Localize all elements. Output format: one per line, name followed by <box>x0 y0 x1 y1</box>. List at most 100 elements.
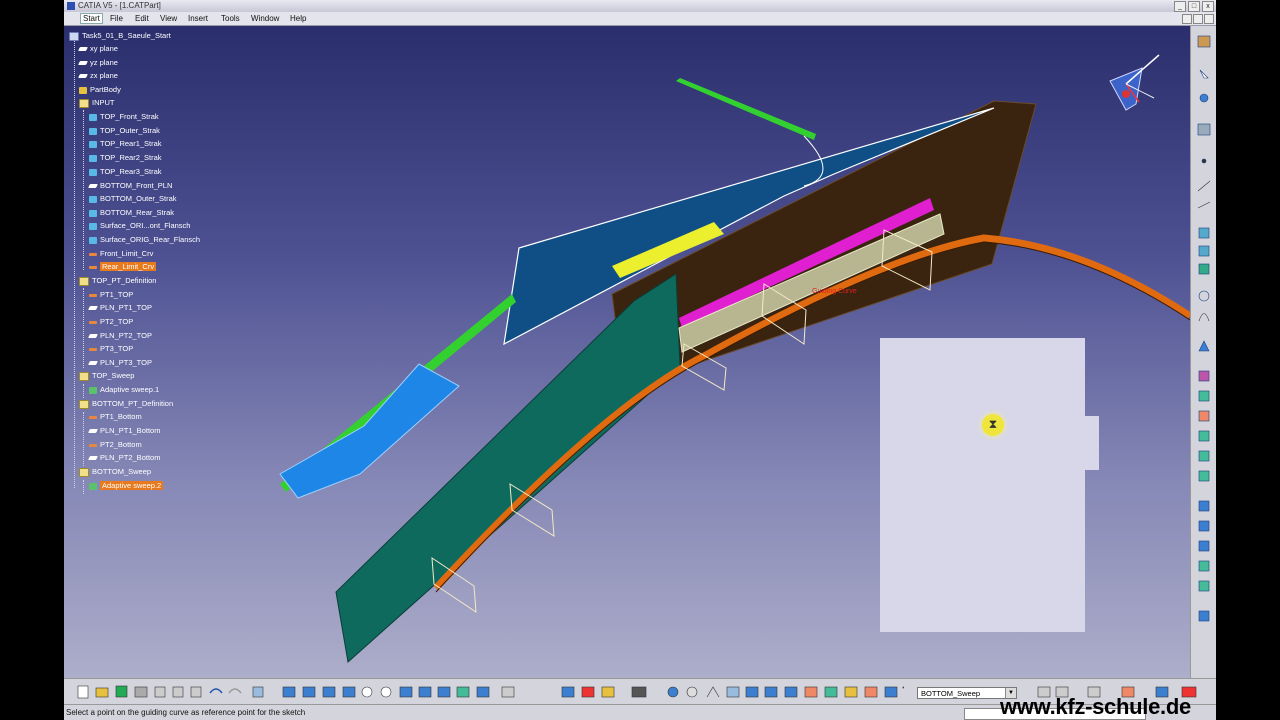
select-arrow-icon[interactable] <box>1199 69 1209 79</box>
zoom-in-icon[interactable] <box>361 686 373 698</box>
shading-icon[interactable] <box>437 686 451 698</box>
compass-icon[interactable] <box>1109 54 1160 111</box>
tree-item-pln-pt2-bottom[interactable]: PLN_PT2_Bottom <box>88 452 160 464</box>
menu-start[interactable]: Start <box>80 13 103 24</box>
copy-icon[interactable] <box>172 686 184 698</box>
tree-item-surface-rear-flansch[interactable]: Surface_ORIG_Rear_Flansch <box>89 234 200 246</box>
tree-item-pln-pt1-top[interactable]: PLN_PT1_TOP <box>88 302 152 314</box>
tree-item-top-rear3-strak[interactable]: TOP_Rear3_Strak <box>89 166 162 178</box>
swap-space-icon[interactable] <box>476 686 490 698</box>
tree-item-pln-pt2-top[interactable]: PLN_PT2_TOP <box>88 330 152 342</box>
whats-this-icon[interactable] <box>252 686 264 698</box>
tree-item-bottom-pt-definition[interactable]: BOTTOM_PT_Definition <box>79 398 173 410</box>
3d-viewport[interactable]: Guiding Curve ⧗ Task5_01_B_Saeule_Start … <box>64 26 1190 678</box>
tree-item-top-outer-strak[interactable]: TOP_Outer_Strak <box>89 125 160 137</box>
doc-restore-button[interactable] <box>1193 14 1203 24</box>
rotate-icon[interactable] <box>342 686 356 698</box>
line-tool-icon[interactable] <box>1197 180 1211 192</box>
tree-item-partbody[interactable]: PartBody <box>79 84 121 96</box>
tree-item-yz-plane[interactable]: yz plane <box>78 57 118 69</box>
tree-item-bottom-outer-strak[interactable]: BOTTOM_Outer_Strak <box>89 193 177 205</box>
extract-tool-icon[interactable] <box>1198 560 1210 572</box>
tree-item-top-rear2-strak[interactable]: TOP_Rear2_Strak <box>89 152 162 164</box>
split-tool-icon[interactable] <box>1198 520 1210 532</box>
fill-tool-icon[interactable] <box>1198 450 1210 462</box>
zoom-out-icon[interactable] <box>380 686 392 698</box>
define-in-work-object-icon[interactable] <box>884 686 898 698</box>
fit-all-icon[interactable] <box>302 686 316 698</box>
axis-system-icon[interactable] <box>706 686 720 698</box>
iso-view-icon[interactable] <box>418 686 432 698</box>
menu-view[interactable]: View <box>160 14 177 23</box>
tree-item-bottom-rear-strak[interactable]: BOTTOM_Rear_Strak <box>89 207 174 219</box>
circle-tool-icon[interactable] <box>1198 290 1210 302</box>
tree-item-pt1-top[interactable]: PT1_TOP <box>89 289 133 301</box>
maximize-button[interactable]: □ <box>1188 1 1200 12</box>
tree-item-pt3-top[interactable]: PT3_TOP <box>89 343 133 355</box>
normal-view-icon[interactable] <box>399 686 413 698</box>
plane-system-icon[interactable] <box>784 686 798 698</box>
spline-tool-icon[interactable] <box>1198 313 1210 322</box>
work-support-icon[interactable] <box>764 686 778 698</box>
tree-item-xy-plane[interactable]: xy plane <box>78 43 118 55</box>
offset-tool-icon[interactable] <box>1198 410 1210 422</box>
draft-analysis-icon[interactable] <box>864 686 878 698</box>
hide-show-icon[interactable] <box>456 686 470 698</box>
sweep-tool-icon[interactable] <box>1198 430 1210 442</box>
workbench-icon[interactable] <box>1197 35 1211 48</box>
trim-tool-icon[interactable] <box>1198 540 1210 552</box>
tree-item-pt1-bottom[interactable]: PT1_Bottom <box>89 411 142 423</box>
analysis-icon[interactable] <box>804 686 818 698</box>
mirror-icon[interactable] <box>561 686 575 698</box>
tree-item-surface-front-flansch[interactable]: Surface_ORI...ont_Flansch <box>89 220 190 232</box>
sphere-tool-icon[interactable] <box>1198 390 1210 402</box>
save-icon[interactable] <box>115 685 128 698</box>
intersection-tool-icon[interactable] <box>1198 263 1210 275</box>
tree-item-adaptive-sweep-2[interactable]: Adaptive sweep.2 <box>89 480 164 492</box>
pan-icon[interactable] <box>322 686 336 698</box>
tree-item-top-front-strak[interactable]: TOP_Front_Strak <box>89 111 159 123</box>
rotate-view-icon[interactable] <box>667 686 679 698</box>
print-icon[interactable] <box>134 686 148 698</box>
tool-icon-1[interactable] <box>1199 93 1209 103</box>
plane-tool-icon[interactable] <box>1198 227 1210 239</box>
menu-edit[interactable]: Edit <box>135 14 149 23</box>
tree-item-part[interactable]: Task5_01_B_Saeule_Start <box>69 30 171 42</box>
tree-item-top-pt-definition[interactable]: TOP_PT_Definition <box>79 275 156 287</box>
tree-item-pln-pt1-bottom[interactable]: PLN_PT1_Bottom <box>88 425 160 437</box>
open-icon[interactable] <box>95 687 109 698</box>
revolve-tool-icon[interactable] <box>1198 370 1210 382</box>
tree-item-rear-limit-crv[interactable]: Rear_Limit_Crv <box>89 261 157 273</box>
extrude-tool-icon[interactable] <box>1198 340 1210 352</box>
doc-minimize-button[interactable] <box>1182 14 1192 24</box>
tree-item-pt2-bottom[interactable]: PT2_Bottom <box>89 439 142 451</box>
stop-update-icon[interactable] <box>501 686 515 698</box>
loft-tool-icon[interactable] <box>1198 470 1210 482</box>
tree-item-bottom-sweep[interactable]: BOTTOM_Sweep <box>79 466 151 478</box>
lock-icon[interactable] <box>601 686 615 698</box>
sync-icon[interactable] <box>686 686 698 698</box>
fly-mode-icon[interactable] <box>282 686 296 698</box>
doc-close-button[interactable] <box>1204 14 1214 24</box>
new-icon[interactable] <box>77 685 89 699</box>
tree-item-zx-plane[interactable]: zx plane <box>78 70 118 82</box>
redo-icon[interactable] <box>228 688 242 694</box>
tool-icon-2[interactable] <box>1197 123 1211 136</box>
tree-item-pln-pt3-top[interactable]: PLN_PT3_TOP <box>88 357 152 369</box>
minimize-button[interactable]: _ <box>1174 1 1186 12</box>
menu-file[interactable]: File <box>110 14 123 23</box>
axis-tool-icon[interactable] <box>1197 201 1211 209</box>
transform-tool-icon[interactable] <box>1198 610 1210 622</box>
camera-icon[interactable] <box>631 686 647 698</box>
menu-tools[interactable]: Tools <box>221 14 240 23</box>
join-tool-icon[interactable] <box>1198 500 1210 512</box>
tree-item-top-rear1-strak[interactable]: TOP_Rear1_Strak <box>89 138 162 150</box>
projection-tool-icon[interactable] <box>1198 245 1210 257</box>
menu-window[interactable]: Window <box>251 14 279 23</box>
tree-item-front-limit-crv[interactable]: Front_Limit_Crv <box>89 248 153 260</box>
grid-icon[interactable] <box>745 686 759 698</box>
tree-item-top-sweep[interactable]: TOP_Sweep <box>79 370 134 382</box>
point-tool-icon[interactable] <box>1201 158 1207 164</box>
curvature-icon[interactable] <box>844 686 858 698</box>
tree-item-input[interactable]: INPUT <box>79 97 115 109</box>
